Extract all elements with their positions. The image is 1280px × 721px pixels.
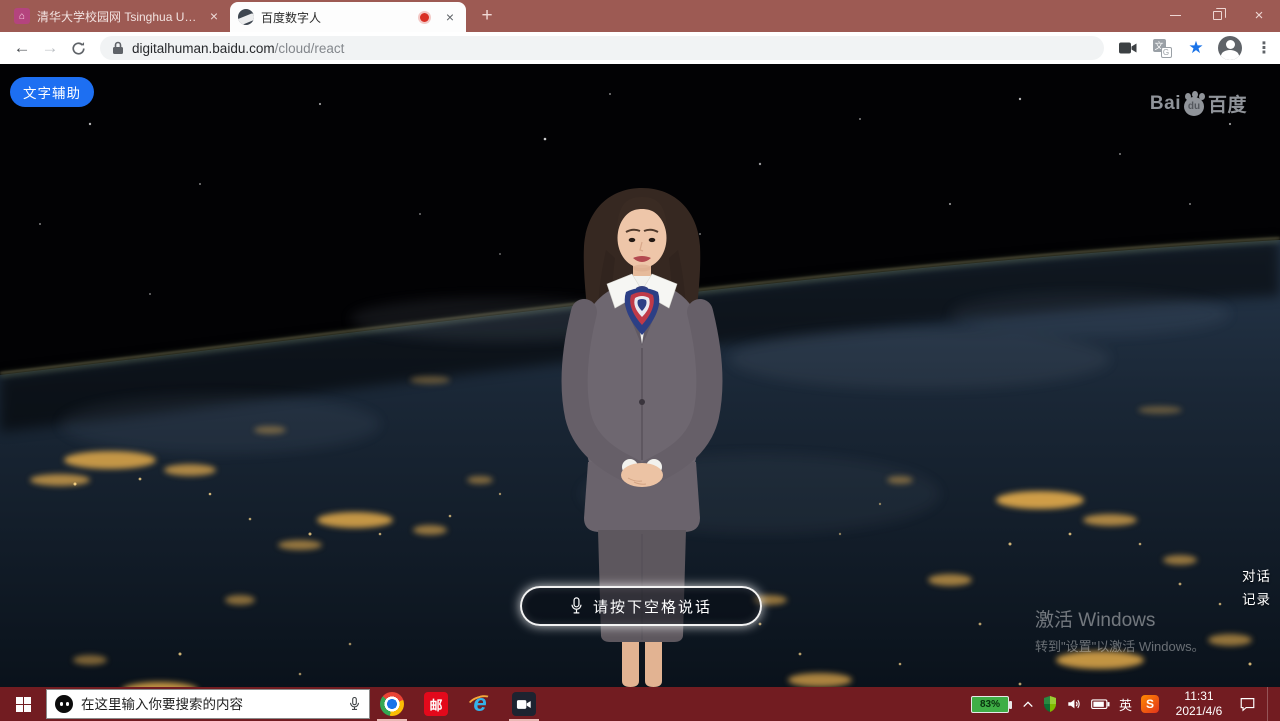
chrome-icon xyxy=(380,692,404,716)
baidu-logo-bai: Bai xyxy=(1150,93,1181,115)
push-to-talk-button[interactable]: 请按下空格说话 xyxy=(520,586,762,626)
address-bar[interactable]: digitalhuman.baidu.com/cloud/react xyxy=(100,36,1104,60)
windows-logo-icon xyxy=(16,697,31,712)
tab-close-icon[interactable]: × xyxy=(442,10,458,24)
tab-title: 清华大学校园网 Tsinghua Univ xyxy=(37,8,199,25)
cortana-icon xyxy=(55,695,73,713)
translate-button[interactable]: 文 G xyxy=(1150,36,1174,60)
close-button[interactable]: × xyxy=(1238,0,1280,30)
defender-tray-button[interactable] xyxy=(1043,696,1057,712)
taskbar-search-box[interactable] xyxy=(46,689,370,719)
show-hidden-icons-button[interactable] xyxy=(1022,698,1034,710)
microphone-icon xyxy=(570,596,583,616)
volume-tray-button[interactable] xyxy=(1066,697,1082,711)
show-desktop-button[interactable] xyxy=(1267,687,1272,721)
minimize-button[interactable] xyxy=(1154,0,1196,30)
video-camera-icon xyxy=(1118,41,1138,55)
action-center-button[interactable] xyxy=(1239,696,1256,712)
window-controls: × xyxy=(1154,0,1280,30)
toolbar-icons: 文 G ★ ⋮ xyxy=(1116,36,1276,60)
sogou-icon: S xyxy=(1141,695,1159,713)
battery-percent-badge[interactable]: 83% xyxy=(971,696,1009,713)
side-tab-record[interactable]: 记录 xyxy=(1242,588,1271,608)
camera-in-use-button[interactable] xyxy=(1116,36,1140,60)
baidu-logo-du: du xyxy=(1184,97,1204,116)
chrome-menu-button[interactable]: ⋮ xyxy=(1252,36,1276,60)
side-tab-dialog[interactable]: 对话 xyxy=(1242,565,1271,585)
ime-language-button[interactable]: 英 xyxy=(1119,695,1132,714)
taskbar-camera-button[interactable] xyxy=(502,687,546,721)
url-text: digitalhuman.baidu.com/cloud/react xyxy=(132,41,344,56)
start-button[interactable] xyxy=(0,687,46,721)
translate-icon: 文 G xyxy=(1153,39,1172,58)
tab-digital-human[interactable]: 百度数字人 × xyxy=(230,2,466,32)
baidu-paw-icon: du xyxy=(1182,91,1207,116)
battery-icon xyxy=(1091,698,1110,710)
minimize-icon xyxy=(1170,15,1181,16)
reload-icon xyxy=(71,41,86,56)
action-center-icon xyxy=(1239,696,1256,712)
page-content: 文字辅助 Bai du 百度 请按下空格说话 对话 记录 激活 Windows xyxy=(0,64,1280,687)
tab-close-icon[interactable]: × xyxy=(206,9,222,23)
text-assist-button[interactable]: 文字辅助 xyxy=(10,77,94,107)
security-shield-icon xyxy=(1043,696,1057,712)
chevron-up-icon xyxy=(1022,698,1034,710)
restore-icon xyxy=(1213,11,1222,20)
lock-icon xyxy=(112,41,124,55)
push-to-talk-label: 请按下空格说话 xyxy=(593,596,712,617)
clock-date: 2021/4/6 xyxy=(1168,704,1230,719)
taskbar-mail-button[interactable]: 邮 xyxy=(414,687,458,721)
restore-button[interactable] xyxy=(1196,0,1238,30)
back-button[interactable]: ← xyxy=(8,34,36,62)
speaker-icon xyxy=(1066,697,1082,711)
baidu-logo: Bai du 百度 xyxy=(1150,90,1247,117)
battery-tray-button[interactable] xyxy=(1091,698,1110,710)
tab-tsinghua[interactable]: ⌂ 清华大学校园网 Tsinghua Univ × xyxy=(6,0,230,32)
search-mic-icon[interactable] xyxy=(348,695,361,713)
search-input[interactable] xyxy=(81,697,340,712)
forward-button[interactable]: → xyxy=(36,34,64,62)
taskbar-clock[interactable]: 11:31 2021/4/6 xyxy=(1168,689,1230,719)
camera-app-icon xyxy=(512,692,536,716)
baidu-logo-cn: 百度 xyxy=(1208,90,1247,117)
internet-explorer-icon: e xyxy=(467,691,493,717)
tab-strip: ⌂ 清华大学校园网 Tsinghua Univ × 百度数字人 × + × xyxy=(0,0,1280,32)
system-tray: 83% xyxy=(971,687,1280,721)
profile-button[interactable] xyxy=(1218,36,1242,60)
globe-favicon-icon xyxy=(238,9,254,25)
mail-app-icon: 邮 xyxy=(424,692,448,716)
bookmark-star-button[interactable]: ★ xyxy=(1184,36,1208,60)
windows-taskbar: 邮 e 83% xyxy=(0,687,1280,721)
taskbar-ie-button[interactable]: e xyxy=(458,687,502,721)
taskbar-chrome-button[interactable] xyxy=(370,687,414,721)
clock-time: 11:31 xyxy=(1168,689,1230,704)
browser-toolbar: ← → digitalhuman.baidu.com/cloud/react xyxy=(0,32,1280,64)
new-tab-button[interactable]: + xyxy=(472,0,502,32)
browser-window: ⌂ 清华大学校园网 Tsinghua Univ × 百度数字人 × + × ← … xyxy=(0,0,1280,721)
avatar xyxy=(1218,36,1242,60)
reload-button[interactable] xyxy=(64,34,92,62)
recording-indicator-icon xyxy=(420,13,429,22)
sogou-tray-button[interactable]: S xyxy=(1141,695,1159,713)
tsinghua-favicon-icon: ⌂ xyxy=(14,8,30,24)
tab-title: 百度数字人 xyxy=(261,9,413,26)
